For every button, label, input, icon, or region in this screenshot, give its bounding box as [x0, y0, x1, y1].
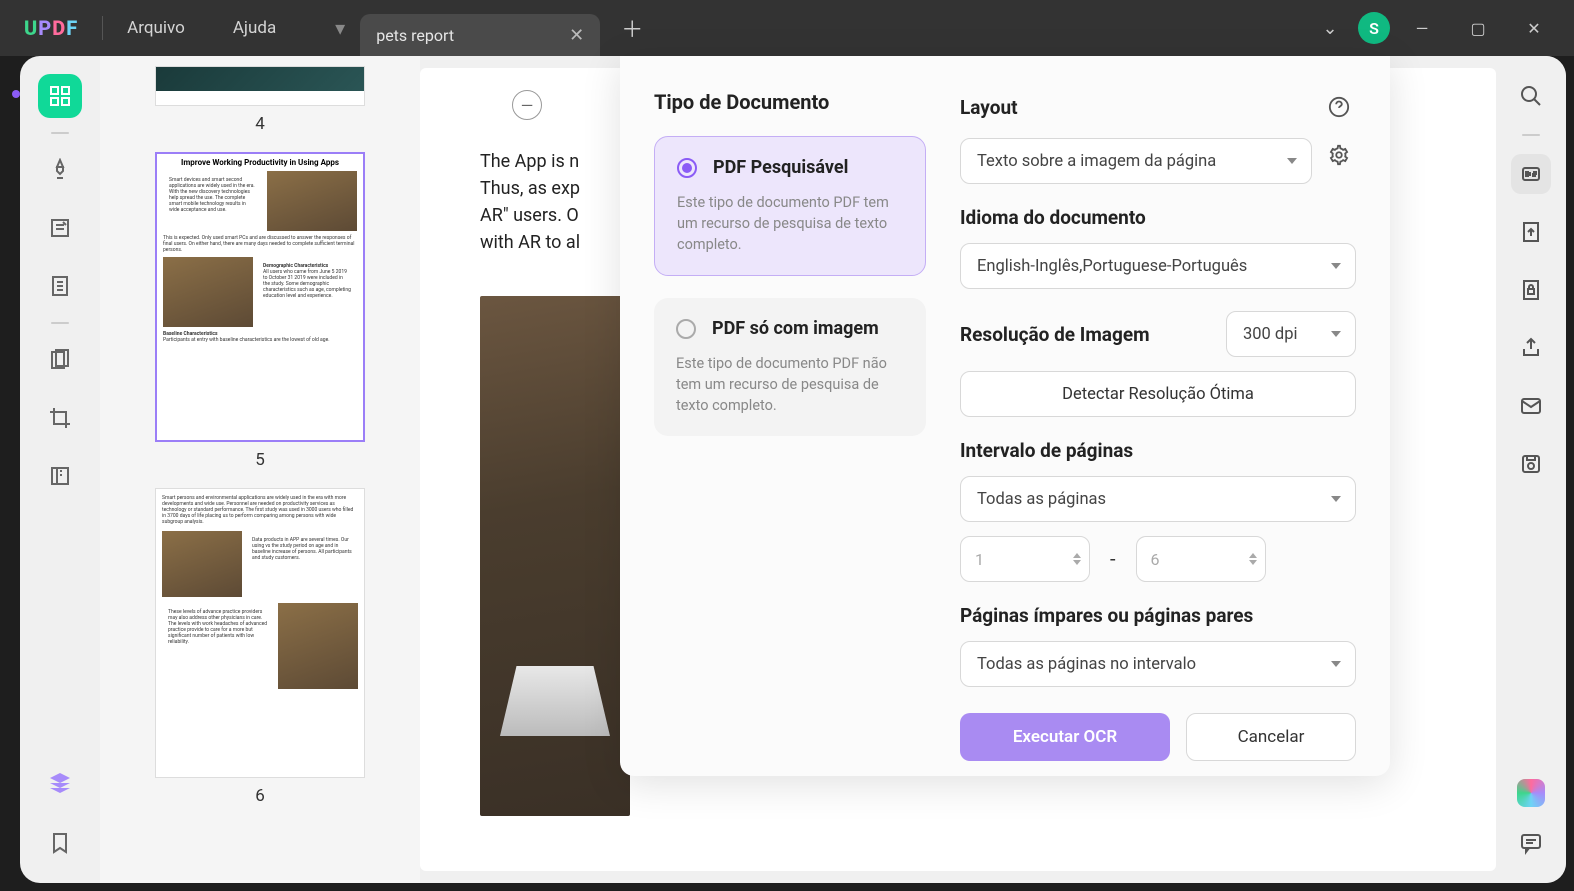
cancel-button[interactable]: Cancelar: [1186, 713, 1356, 761]
range-dash: -: [1110, 547, 1116, 571]
separator: [1522, 134, 1540, 136]
option-title: PDF só com imagem: [712, 318, 879, 339]
doc-type-heading: Tipo de Documento: [654, 90, 926, 114]
page-number: 5: [255, 450, 265, 470]
chevron-down-icon[interactable]: ⌄: [1310, 18, 1350, 39]
maximize-button[interactable]: ▢: [1454, 8, 1502, 48]
search-icon[interactable]: [1511, 76, 1551, 116]
organize-tool[interactable]: [38, 338, 82, 382]
save-icon[interactable]: [1511, 444, 1551, 484]
page-tool[interactable]: [38, 264, 82, 308]
compress-tool[interactable]: [38, 454, 82, 498]
option-desc: Este tipo de documento PDF tem um recurs…: [677, 192, 903, 255]
new-tab-button[interactable]: ＋: [612, 12, 652, 44]
document-image: [480, 296, 630, 816]
gear-icon[interactable]: [1322, 138, 1356, 172]
email-icon[interactable]: [1511, 386, 1551, 426]
tab-title: pets report: [376, 26, 454, 45]
range-from-input[interactable]: 1: [960, 536, 1090, 582]
ocr-icon[interactable]: [1511, 154, 1551, 194]
indicator-dot: [12, 90, 20, 98]
radio-icon: [676, 319, 696, 339]
avatar[interactable]: S: [1358, 12, 1390, 44]
page-number: 4: [255, 114, 265, 134]
edit-tool[interactable]: [38, 206, 82, 250]
collapse-icon[interactable]: —: [512, 90, 542, 120]
option-desc: Este tipo de documento PDF não tem um re…: [676, 353, 904, 416]
thumbnails-tool[interactable]: [38, 74, 82, 118]
menu-file[interactable]: Arquivo: [103, 18, 209, 38]
titlebar: UPDF Arquivo Ajuda ▾ pets report ✕ ＋ ⌄ S…: [0, 0, 1574, 56]
thumbnail-page-4[interactable]: [155, 66, 365, 106]
language-select[interactable]: English-Inglês,Portuguese-Português: [960, 243, 1356, 289]
page-number: 6: [255, 786, 265, 806]
tab-active[interactable]: pets report ✕: [360, 14, 600, 56]
layout-label: Layout: [960, 96, 1018, 119]
crop-tool[interactable]: [38, 396, 82, 440]
convert-icon[interactable]: [1511, 212, 1551, 252]
option-searchable-pdf[interactable]: PDF Pesquisável Este tipo de documento P…: [654, 136, 926, 276]
odd-even-label: Páginas ímpares ou páginas pares: [960, 604, 1356, 627]
tab-dropdown-icon[interactable]: ▾: [320, 16, 360, 40]
odd-even-select[interactable]: Todas as páginas no intervalo: [960, 641, 1356, 687]
language-label: Idioma do documento: [960, 206, 1356, 229]
resolution-label: Resolução de Imagem: [960, 323, 1150, 346]
separator: [51, 132, 69, 134]
detect-resolution-button[interactable]: Detectar Resolução Ótima: [960, 371, 1356, 417]
option-title: PDF Pesquisável: [713, 157, 848, 178]
resolution-select[interactable]: 300 dpi: [1226, 311, 1356, 357]
range-to-input[interactable]: 6: [1136, 536, 1266, 582]
page-range-select[interactable]: Todas as páginas: [960, 476, 1356, 522]
option-image-only-pdf[interactable]: PDF só com imagem Este tipo de documento…: [654, 298, 926, 436]
app-logo: UPDF: [24, 16, 78, 40]
share-icon[interactable]: [1511, 328, 1551, 368]
layers-tool[interactable]: [38, 761, 82, 805]
thumb-title: Improve Working Productivity in Using Ap…: [157, 154, 363, 171]
thumbnail-page-5[interactable]: Improve Working Productivity in Using Ap…: [155, 152, 365, 442]
page-range-label: Intervalo de páginas: [960, 439, 1356, 462]
thumbnail-panel[interactable]: 4 Improve Working Productivity in Using …: [100, 56, 420, 883]
thumbnail-page-6[interactable]: Smart persons and environmental applicat…: [155, 488, 365, 778]
run-ocr-button[interactable]: Executar OCR: [960, 713, 1170, 761]
close-window-button[interactable]: ✕: [1510, 8, 1558, 48]
layout-select[interactable]: Texto sobre a imagem da página: [960, 138, 1312, 184]
menu-help[interactable]: Ajuda: [209, 18, 300, 38]
ocr-panel: Tipo de Documento PDF Pesquisável Este t…: [620, 56, 1390, 776]
left-toolbar: [20, 56, 100, 883]
radio-icon: [677, 158, 697, 178]
bookmark-tool[interactable]: [38, 821, 82, 865]
highlight-tool[interactable]: [38, 148, 82, 192]
separator: [51, 322, 69, 324]
help-icon[interactable]: [1322, 90, 1356, 124]
right-toolbar: [1496, 56, 1566, 883]
comment-icon[interactable]: [1511, 823, 1551, 863]
protect-icon[interactable]: [1511, 270, 1551, 310]
close-icon[interactable]: ✕: [569, 25, 584, 46]
minimize-button[interactable]: —: [1398, 8, 1446, 48]
ai-icon[interactable]: [1517, 779, 1545, 807]
